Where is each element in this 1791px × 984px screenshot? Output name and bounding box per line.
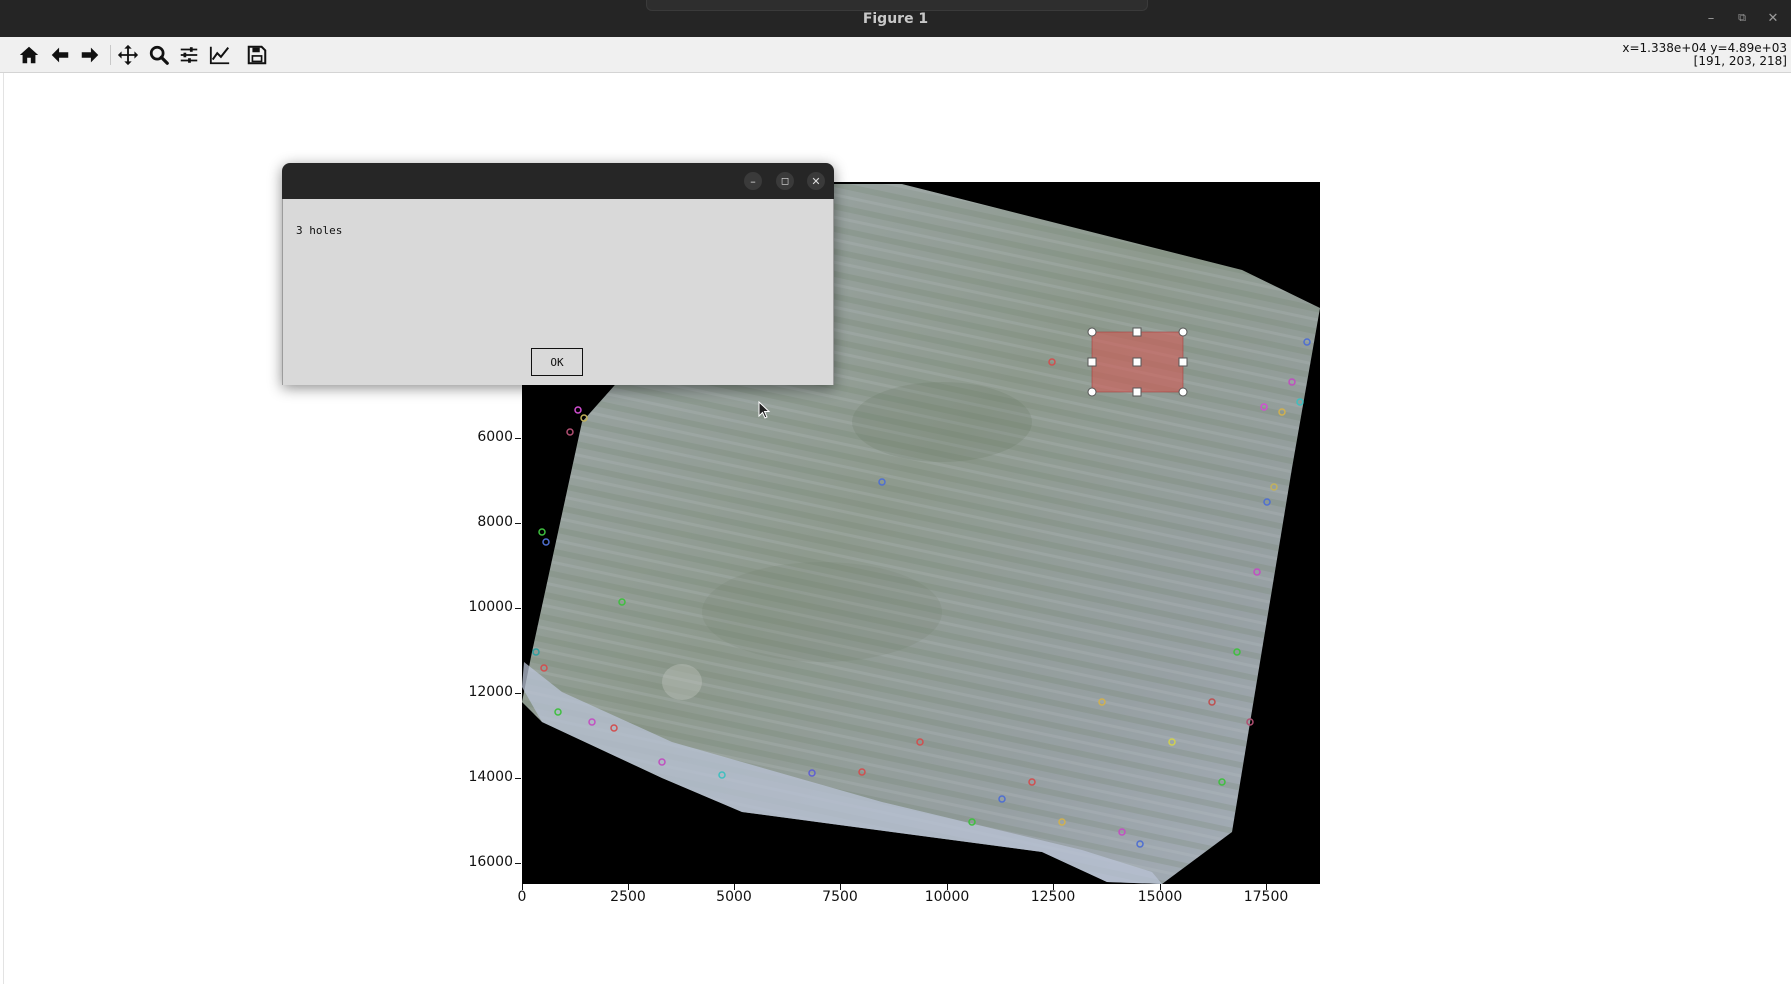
configure-subplots-button[interactable] [176,43,202,67]
y-tick-label: 14000 [468,769,513,785]
pan-button[interactable] [115,43,141,67]
x-tick-label: 2500 [610,889,646,905]
titlebar-tab [646,0,1148,11]
pixel-value-readout: [191, 203, 218] [1693,54,1787,68]
save-icon [247,45,267,65]
y-tick-mark [515,608,521,609]
zoom-icon [149,45,169,65]
y-tick-mark [515,778,521,779]
navigation-toolbar: x=1.338e+04 y=4.89e+03 [191, 203, 218] [0,37,1791,73]
dialog-maximize-icon[interactable]: ◻ [776,172,794,190]
coordinate-readout: x=1.338e+04 y=4.89e+03 [191, 203, 218] [1622,42,1787,68]
close-icon[interactable]: ✕ [1763,8,1783,28]
y-tick-label: 8000 [477,514,513,530]
restore-icon[interactable]: ⧉ [1732,8,1752,28]
toolbar-separator [110,45,111,65]
y-tick-label: 12000 [468,684,513,700]
configure-subplots-icon [180,47,198,63]
ok-button[interactable]: OK [531,348,583,376]
x-tick-label: 15000 [1137,889,1183,905]
x-tick-label: 10000 [924,889,970,905]
minimize-icon[interactable]: – [1701,8,1721,28]
y-tick-mark [515,863,521,864]
y-tick-mark [515,693,521,694]
y-tick-label: 16000 [468,854,513,870]
y-tick-label: 6000 [477,429,513,445]
home-icon [19,46,39,64]
forward-button[interactable] [77,43,103,67]
home-button[interactable] [16,43,42,67]
back-arrow-icon [51,47,69,63]
y-tick-mark [515,523,521,524]
y-tick-label: 10000 [468,599,513,615]
edit-axis-button[interactable] [207,43,233,67]
x-tick-label: 0 [517,889,527,905]
dialog-message: 3 holes [296,224,343,237]
x-tick-label: 5000 [716,889,752,905]
zoom-button[interactable] [146,43,172,67]
back-button[interactable] [47,43,73,67]
x-tick-label: 17500 [1243,889,1289,905]
forward-arrow-icon [81,47,99,63]
window-title: Figure 1 [862,11,929,27]
dialog-body: 3 holes OK [282,199,834,385]
x-tick-label: 7500 [822,889,858,905]
x-tick-label: 12500 [1030,889,1076,905]
dialog-minimize-icon[interactable]: – [744,172,762,190]
edit-axis-icon [209,46,230,65]
message-dialog: – ◻ ✕ 3 holes OK [282,163,834,385]
mouse-cursor-icon [758,401,771,419]
dialog-close-icon[interactable]: ✕ [807,172,825,190]
window-titlebar: Figure 1 – ⧉ ✕ [0,0,1791,37]
y-tick-mark [515,438,521,439]
pan-icon [117,44,139,66]
save-button[interactable] [244,43,270,67]
dialog-titlebar[interactable]: – ◻ ✕ [282,163,834,199]
